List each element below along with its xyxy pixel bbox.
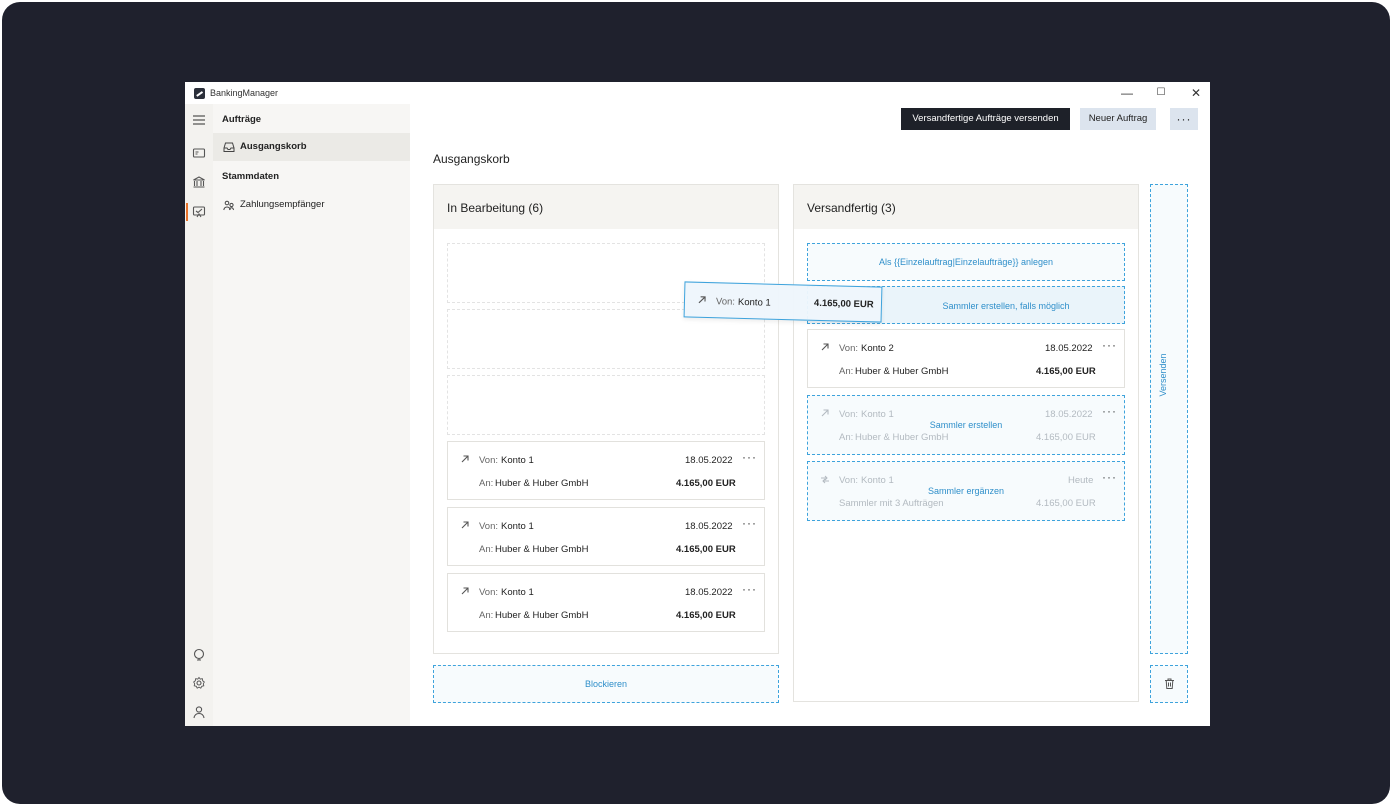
drop-zone-label: Versenden [1158,353,1168,397]
payee-name: Huber & Huber GmbH [495,478,589,489]
drop-zone-label: Sammler ergänzen [927,486,1005,496]
arrow-up-right-icon [460,520,470,530]
card-placeholder [447,375,765,435]
from-label: Von: [479,521,499,532]
more-options-button[interactable]: ··· [1170,108,1198,130]
extend-collector-drop-zone[interactable]: Sammler ergänzen [807,461,1125,521]
app-window: BankingManager — ☐ ✕ Aufträge Ausgangsko… [185,82,1210,726]
outbox-icon[interactable] [192,205,206,219]
sidebar-item-label: Zahlungsempfänger [240,199,325,210]
help-icon[interactable] [192,648,206,662]
order-card[interactable]: Von: Konto 1 18.05.2022 ··· An: Huber & … [447,573,765,632]
minimize-button[interactable]: — [1117,85,1137,101]
drop-zone-label: Als {{Einzelauftrag|Einzelaufträge}} anl… [879,257,1053,267]
order-amount: 4.165,00 EUR [1036,366,1096,377]
from-label: Von: [479,587,499,598]
order-date: 18.05.2022 [685,521,733,532]
sidebar-item-label: Ausgangskorb [240,141,307,152]
column-header: In Bearbeitung (6) [434,185,778,229]
column-ready: Versandfertig (3) Als {{Einzelauftrag|Ei… [793,184,1139,702]
order-amount: 4.165,00 EUR [813,297,874,311]
card-menu-button[interactable]: ··· [742,516,757,530]
icon-rail [185,104,213,726]
from-label: Von: [479,455,499,466]
drop-zone-label: Sammler erstellen [929,420,1003,430]
bank-icon[interactable] [192,175,206,189]
payee-name: Huber & Huber GmbH [855,366,949,377]
order-date: 18.05.2022 [685,587,733,598]
to-label: An: [479,610,494,621]
hamburger-icon[interactable] [192,113,206,127]
dragged-order-card[interactable]: Von: Konto 1 4.165,00 EUR [683,281,883,323]
block-drop-zone[interactable]: Blockieren [433,665,779,703]
active-marker [186,203,188,221]
sidebar-item-payees[interactable]: Zahlungsempfänger [213,191,410,219]
from-label: Von: [839,343,859,354]
maximize-button[interactable]: ☐ [1151,85,1171,101]
gear-icon[interactable] [192,676,206,690]
order-date: 18.05.2022 [685,455,733,466]
sidebar: Aufträge Ausgangskorb Stammdaten Zahlung… [213,104,410,726]
payee-name: Huber & Huber GmbH [495,544,589,555]
arrow-up-right-icon [460,586,470,596]
send-drop-zone[interactable]: Versenden [1150,184,1188,654]
from-account: Konto 1 [501,455,534,466]
close-button[interactable]: ✕ [1186,85,1206,101]
card-menu-button[interactable]: ··· [1102,338,1117,352]
payee-name: Huber & Huber GmbH [495,610,589,621]
column-title: Versandfertig (3) [807,201,896,215]
card-menu-button[interactable]: ··· [742,582,757,596]
from-account: Konto 1 [737,296,771,309]
from-account: Konto 2 [861,343,894,354]
card-menu-button[interactable]: ··· [742,450,757,464]
from-account: Konto 1 [501,521,534,532]
new-order-button[interactable]: Neuer Auftrag [1080,108,1156,130]
app-logo-icon [194,88,205,99]
sidebar-item-outbox[interactable]: Ausgangskorb [213,133,410,161]
inbox-tray-icon [223,141,235,153]
order-amount: 4.165,00 EUR [676,610,736,621]
arrow-up-right-icon [460,454,470,464]
page-title: Ausgangskorb [433,152,510,166]
sidebar-group-master-data: Stammdaten [222,171,280,182]
arrow-up-right-icon [820,342,830,352]
arrow-up-right-icon [697,295,707,305]
create-collector-drop-zone[interactable]: Sammler erstellen [807,395,1125,455]
to-label: An: [839,366,854,377]
app-title: BankingManager [210,88,279,98]
drop-zone-label: Blockieren [584,679,628,689]
user-icon[interactable] [192,705,206,719]
column-in-progress: In Bearbeitung (6) Von: Konto 1 18.05.20… [433,184,779,654]
screen-frame: BankingManager — ☐ ✕ Aufträge Ausgangsko… [2,2,1390,804]
to-label: An: [479,544,494,555]
drop-zone-label: Sammler erstellen, falls möglich [942,301,1070,311]
order-amount: 4.165,00 EUR [676,478,736,489]
order-date: 18.05.2022 [1045,343,1093,354]
column-header: Versandfertig (3) [794,185,1138,229]
order-card[interactable]: Von: Konto 2 18.05.2022 ··· An: Huber & … [807,329,1125,388]
create-single-orders-drop-zone[interactable]: Als {{Einzelauftrag|Einzelaufträge}} anl… [807,243,1125,281]
from-account: Konto 1 [501,587,534,598]
title-bar: BankingManager — ☐ ✕ [185,82,1210,104]
orders-icon[interactable] [192,146,206,160]
column-title: In Bearbeitung (6) [447,201,544,215]
from-label: Von: [715,296,736,308]
trash-icon [1163,677,1176,690]
delete-drop-zone[interactable] [1150,665,1188,703]
order-card[interactable]: Von: Konto 1 18.05.2022 ··· An: Huber & … [447,441,765,500]
send-ready-orders-button[interactable]: Versandfertige Aufträge versenden [901,108,1070,130]
order-card[interactable]: Von: Konto 1 18.05.2022 ··· An: Huber & … [447,507,765,566]
people-icon [223,199,235,211]
to-label: An: [479,478,494,489]
sidebar-group-orders: Aufträge [222,114,262,125]
order-amount: 4.165,00 EUR [676,544,736,555]
